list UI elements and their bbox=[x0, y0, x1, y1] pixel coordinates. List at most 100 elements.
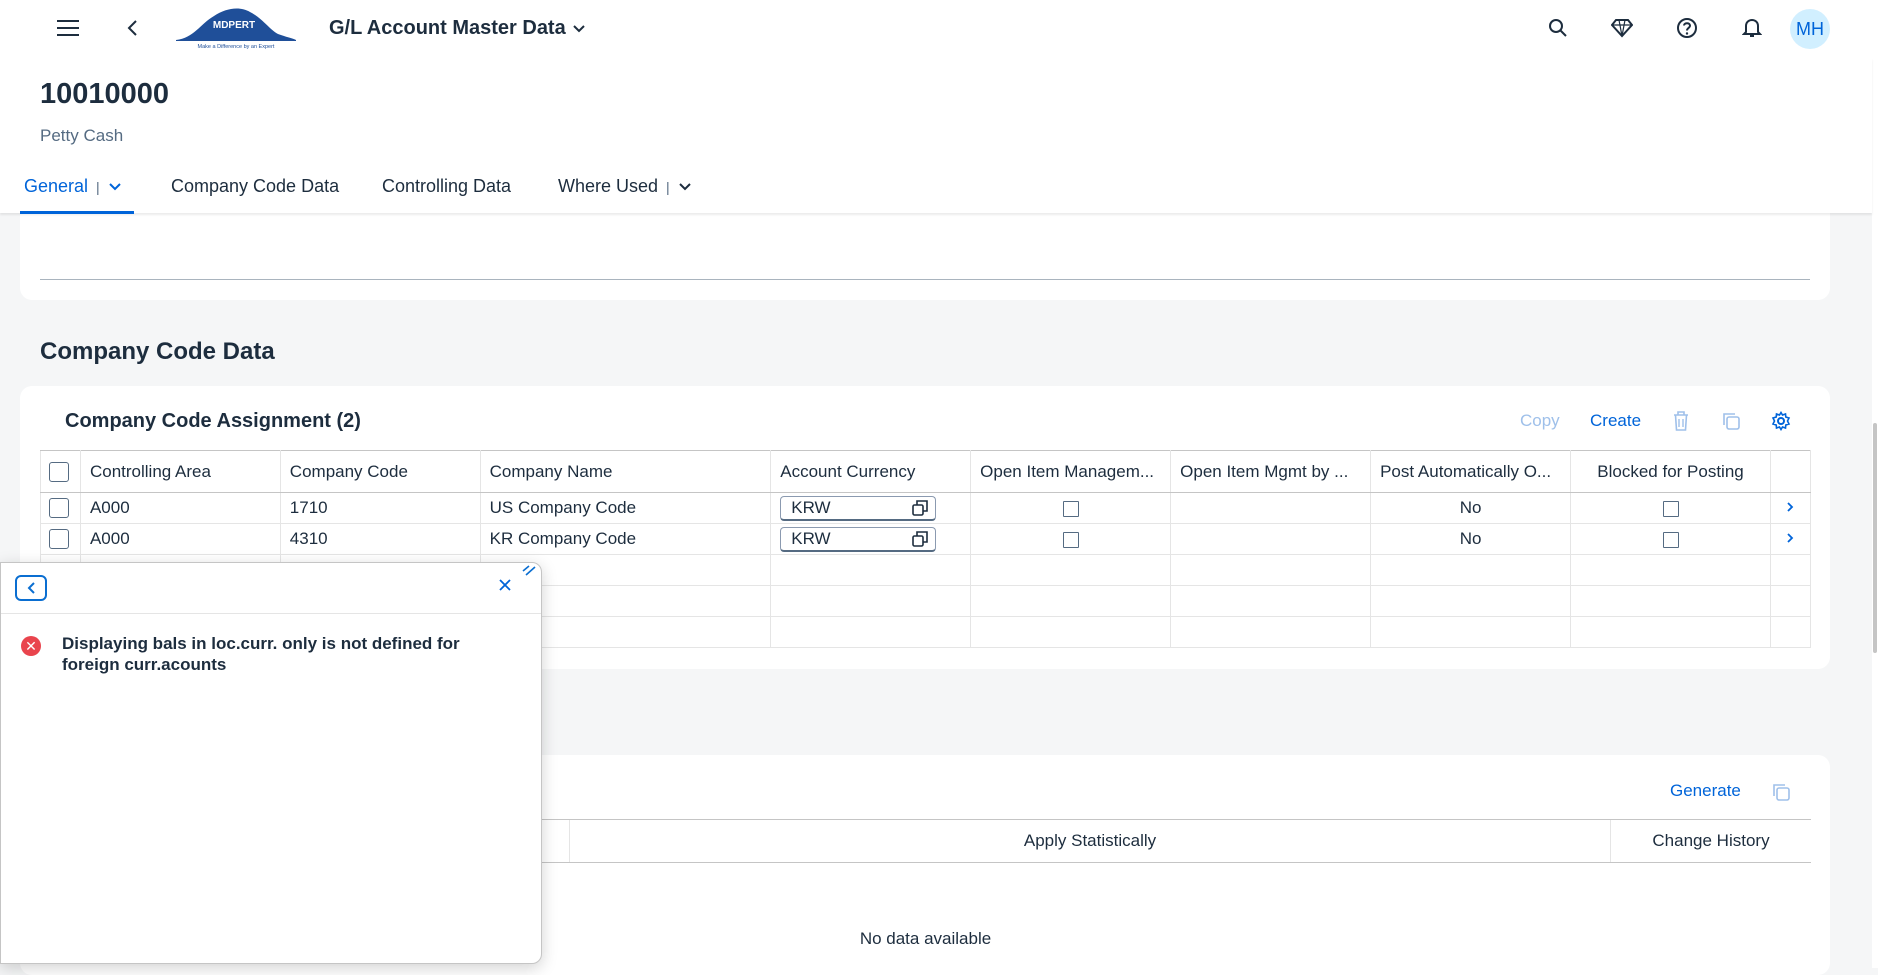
close-icon[interactable] bbox=[499, 575, 511, 596]
tab-label: Company Code Data bbox=[171, 176, 340, 196]
chevron-down-icon bbox=[573, 24, 585, 32]
value-help-icon[interactable] bbox=[911, 530, 929, 548]
tab-selection-indicator bbox=[20, 211, 134, 214]
account-currency-cell: KRW bbox=[770, 492, 972, 524]
message-popover: ✕ Displaying bals in loc.curr. only is n… bbox=[0, 562, 542, 964]
column-header[interactable]: Company Code bbox=[280, 450, 481, 493]
empty-cell bbox=[1570, 554, 1771, 586]
app-title: G/L Account Master Data bbox=[329, 17, 566, 39]
chevron-down-icon[interactable] bbox=[678, 182, 692, 192]
tab-company-code-data[interactable]: Company Code Data bbox=[171, 176, 339, 197]
currency-input[interactable]: KRW bbox=[780, 495, 937, 521]
blocked-for-posting-cell bbox=[1570, 523, 1771, 555]
column-header[interactable]: Company Name bbox=[480, 450, 772, 493]
blocked-for-posting-checkbox[interactable] bbox=[1662, 500, 1679, 517]
row-select-cell bbox=[40, 492, 81, 524]
object-title: 10010000 bbox=[40, 78, 170, 110]
empty-cell bbox=[1170, 616, 1372, 648]
select-all-checkbox[interactable] bbox=[49, 461, 69, 482]
empty-cell bbox=[1170, 585, 1372, 617]
table-row[interactable]: A000 1710 US Company Code KRW No bbox=[40, 492, 1812, 524]
row-checkbox[interactable] bbox=[49, 529, 69, 550]
blocked-for-posting-checkbox[interactable] bbox=[1662, 531, 1679, 548]
currency-value: KRW bbox=[791, 528, 831, 548]
menu-icon[interactable] bbox=[50, 10, 86, 46]
user-avatar[interactable]: MH bbox=[1790, 9, 1830, 49]
column-header-empty bbox=[1770, 450, 1812, 493]
error-icon: ✕ bbox=[21, 636, 41, 656]
empty-cell bbox=[770, 585, 972, 617]
empty-cell bbox=[970, 585, 1172, 617]
copy-icon[interactable] bbox=[1721, 411, 1741, 436]
empty-cell bbox=[770, 616, 972, 648]
post-automatically-cell: No bbox=[1370, 523, 1572, 555]
row-navigation-cell[interactable] bbox=[1770, 523, 1812, 555]
company-code-cell: 1710 bbox=[280, 492, 481, 524]
svg-text:Make a Difference by an Expert: Make a Difference by an Expert bbox=[198, 44, 275, 50]
resize-handle-icon[interactable] bbox=[521, 565, 537, 581]
object-subtitle: Petty Cash bbox=[40, 126, 124, 145]
scrollbar-thumb[interactable] bbox=[1873, 423, 1877, 653]
column-header[interactable]: Blocked for Posting bbox=[1570, 450, 1771, 493]
open-item-mgmt-by-cell bbox=[1170, 492, 1372, 524]
empty-cell bbox=[1770, 585, 1812, 617]
joule-diamond-icon[interactable] bbox=[1604, 10, 1640, 46]
currency-input[interactable]: KRW bbox=[780, 526, 937, 552]
empty-cell bbox=[1770, 554, 1812, 586]
open-item-mgmt-checkbox[interactable] bbox=[1062, 500, 1079, 517]
open-item-mgmt-cell bbox=[970, 523, 1172, 555]
tab-where-used[interactable]: Where Used | bbox=[558, 176, 692, 197]
chevron-left-icon bbox=[27, 582, 35, 594]
row-checkbox[interactable] bbox=[49, 498, 69, 519]
delete-icon[interactable] bbox=[1672, 410, 1690, 437]
empty-cell bbox=[1370, 585, 1572, 617]
copy-icon[interactable] bbox=[1771, 782, 1791, 807]
object-header: 10010000 Petty Cash General | Company Co… bbox=[0, 58, 1872, 214]
column-header[interactable]: Open Item Mgmt by ... bbox=[1170, 450, 1372, 493]
tab-label: Controlling Data bbox=[382, 176, 512, 196]
open-item-mgmt-by-cell bbox=[1170, 523, 1372, 555]
help-icon[interactable] bbox=[1669, 10, 1705, 46]
empty-cell bbox=[1370, 554, 1572, 586]
back-icon[interactable] bbox=[114, 10, 150, 46]
empty-cell bbox=[970, 554, 1172, 586]
popover-back-button[interactable] bbox=[15, 575, 47, 601]
company-name-cell: KR Company Code bbox=[480, 523, 772, 555]
value-help-icon[interactable] bbox=[911, 499, 929, 517]
row-select-cell bbox=[40, 523, 81, 555]
tab-general[interactable]: General | bbox=[24, 176, 122, 197]
table-row[interactable]: A000 4310 KR Company Code KRW No bbox=[40, 523, 1812, 555]
tab-label: Where Used bbox=[558, 176, 659, 196]
shell-bar: MDPERT Make a Difference by an Expert G/… bbox=[0, 0, 1878, 58]
notifications-bell-icon[interactable] bbox=[1734, 10, 1770, 46]
settings-gear-icon[interactable] bbox=[1771, 410, 1791, 436]
tab-controlling-data[interactable]: Controlling Data bbox=[382, 176, 511, 197]
error-message-text: Displaying bals in loc.curr. only is not… bbox=[62, 634, 460, 674]
chevron-right-icon[interactable] bbox=[1786, 501, 1794, 513]
scrollbar-track[interactable] bbox=[1872, 58, 1878, 968]
tab-separator: | bbox=[666, 178, 670, 195]
account-currency-cell: KRW bbox=[770, 523, 972, 555]
create-button[interactable]: Create bbox=[1590, 411, 1641, 431]
tab-separator: | bbox=[96, 178, 100, 195]
empty-cell bbox=[1570, 585, 1771, 617]
controlling-area-cell: A000 bbox=[80, 523, 281, 555]
copy-button[interactable]: Copy bbox=[1520, 411, 1560, 431]
column-header[interactable]: Controlling Area bbox=[80, 450, 281, 493]
chevron-right-icon[interactable] bbox=[1786, 532, 1794, 544]
column-header[interactable]: Apply Statistically bbox=[570, 831, 1610, 851]
company-logo[interactable]: MDPERT Make a Difference by an Expert bbox=[174, 4, 298, 50]
open-item-mgmt-checkbox[interactable] bbox=[1062, 531, 1079, 548]
column-header[interactable]: Open Item Managem... bbox=[970, 450, 1172, 493]
generate-button[interactable]: Generate bbox=[1670, 781, 1741, 801]
search-icon[interactable] bbox=[1540, 10, 1576, 46]
column-header[interactable]: Change History bbox=[1611, 831, 1811, 851]
app-title-menu[interactable]: G/L Account Master Data bbox=[329, 17, 586, 40]
chevron-down-icon[interactable] bbox=[108, 182, 122, 192]
column-header[interactable]: Post Automatically O... bbox=[1370, 450, 1572, 493]
row-navigation-cell[interactable] bbox=[1770, 492, 1812, 524]
empty-cell bbox=[770, 554, 972, 586]
column-header[interactable]: Account Currency bbox=[770, 450, 972, 493]
empty-cell bbox=[1570, 616, 1771, 648]
company-name-cell: US Company Code bbox=[480, 492, 772, 524]
